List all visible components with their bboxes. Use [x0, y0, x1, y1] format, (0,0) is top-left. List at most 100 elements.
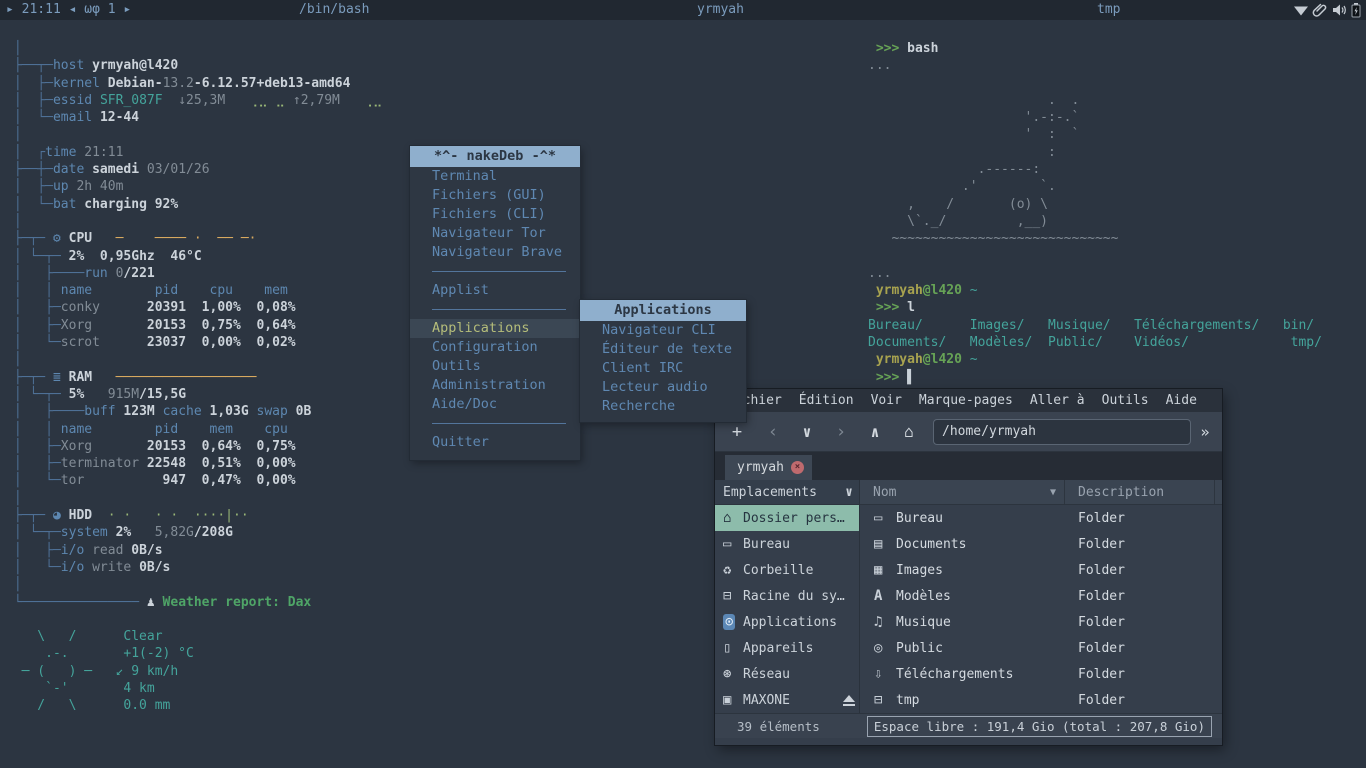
fm-statusbar: 39 éléments Espace libre : 191,4 Gio (to… — [715, 713, 1222, 738]
file-row[interactable]: Images Folder — [860, 557, 1222, 583]
column-header-description[interactable]: Description — [1065, 480, 1215, 504]
menu-item[interactable]: Navigateur Brave — [410, 243, 580, 262]
submenu-item[interactable]: Navigateur CLI — [580, 321, 746, 340]
volume-icon[interactable] — [1331, 2, 1347, 18]
file-row[interactable]: Musique Folder — [860, 609, 1222, 635]
file-row[interactable]: Documents Folder — [860, 531, 1222, 557]
fm-sidebar: Emplacements ∨ Dossier pers… — [715, 480, 860, 713]
terminal-output: >>> bash... . . '.-:-.` ' : ` : .------:… — [868, 40, 1322, 386]
menubar-item[interactable]: Voir — [871, 389, 902, 412]
menu-item[interactable] — [410, 414, 580, 433]
fm-toolbar: /home/yrmyah — [715, 412, 1222, 452]
display-icon — [723, 640, 743, 656]
file-row[interactable]: Modèles Folder — [860, 583, 1222, 609]
paperclip-icon[interactable] — [1312, 2, 1328, 18]
new-tab-button[interactable] — [725, 422, 749, 442]
menu-item[interactable]: Applist — [410, 281, 580, 300]
free-space-status: Espace libre : 191,4 Gio (total : 207,8 … — [867, 716, 1212, 737]
doc-icon — [874, 536, 894, 552]
path-input[interactable]: /home/yrmyah — [933, 419, 1191, 445]
menu-item[interactable]: Fichiers (GUI) — [410, 186, 580, 205]
file-row[interactable]: tmp Folder — [860, 687, 1222, 713]
menu-item[interactable] — [410, 262, 580, 281]
menu-item[interactable]: Administration — [410, 376, 580, 395]
menu-item[interactable]: Terminal — [410, 167, 580, 186]
applications-submenu: Applications Navigateur CLI Éditeur de t… — [580, 300, 746, 422]
menu-item[interactable]: Navigateur Tor — [410, 224, 580, 243]
menubar-item[interactable]: Aller à — [1030, 389, 1085, 412]
menu-item[interactable]: Aide/Doc — [410, 395, 580, 414]
tab-yrmyah[interactable]: yrmyah — [725, 455, 812, 480]
home-button[interactable] — [897, 422, 921, 441]
menu-item[interactable]: Fichiers (CLI) — [410, 205, 580, 224]
top-panel: ▸ 21:11 ◂ ωφ 1 ▸ /bin/bash yrmyah tmp — [0, 0, 1366, 20]
file-row[interactable]: Bureau Folder — [860, 505, 1222, 531]
window-title-bash[interactable]: /bin/bash — [299, 0, 369, 20]
menu-item[interactable]: Configuration — [410, 338, 580, 357]
submenu-item[interactable]: Éditeur de texte — [580, 340, 746, 359]
music-icon — [874, 614, 894, 630]
sidebar-item[interactable]: Corbeille — [715, 557, 859, 583]
submenu-item[interactable]: Recherche — [580, 397, 746, 416]
tab-close-icon[interactable] — [791, 461, 804, 474]
list-header: Nom Description Taille — [860, 480, 1222, 505]
nakedeb-menu: *^- nakeDeb -^* Terminal Fichiers (GUI) … — [410, 146, 580, 460]
menu-item[interactable]: Quitter — [410, 433, 580, 452]
sidebar-item[interactable]: MAXONE — [715, 687, 859, 713]
sidebar-item[interactable]: Bureau — [715, 531, 859, 557]
up-button[interactable] — [863, 423, 887, 441]
desktop-icon — [874, 510, 894, 526]
workspace-indicator[interactable]: ▸ 21:11 ◂ ωφ 1 ▸ — [6, 0, 131, 20]
menubar-item[interactable]: Marque-pages — [919, 389, 1013, 412]
eject-button[interactable] — [843, 695, 855, 706]
menubar-item[interactable]: Outils — [1102, 389, 1149, 412]
items-count: 39 éléments — [737, 719, 820, 734]
template-icon — [874, 588, 894, 604]
places-label: Emplacements — [723, 485, 817, 500]
fm-menubar: FichierÉditionVoirMarque-pagesAller àOut… — [715, 389, 1222, 412]
battery-icon[interactable] — [1350, 2, 1362, 18]
toolbar-overflow-button[interactable] — [1193, 423, 1217, 441]
conky-widget: │ ├──┬─host yrmyah@l420 │ ├─kernel Debia… — [6, 40, 382, 715]
column-header-size[interactable]: Taille — [1215, 480, 1222, 504]
fm-file-list: Nom Description Taille Bureau — [860, 480, 1222, 713]
public-icon — [874, 640, 894, 656]
submenu-item[interactable]: Lecteur audio — [580, 378, 746, 397]
desktop: ▸ 21:11 ◂ ωφ 1 ▸ /bin/bash yrmyah tmp │ … — [0, 0, 1366, 768]
column-header-name[interactable]: Nom — [860, 480, 1065, 504]
sidebar-item[interactable]: Applications — [715, 609, 859, 635]
chevron-down-icon: ∨ — [845, 485, 853, 500]
download-icon — [874, 666, 894, 682]
image-icon — [874, 562, 894, 578]
history-dropdown-icon[interactable] — [795, 423, 819, 441]
apps-icon — [723, 614, 743, 630]
file-row[interactable]: Public Folder — [860, 635, 1222, 661]
file-row[interactable]: Téléchargements Folder — [860, 661, 1222, 687]
folder-icon — [723, 588, 743, 604]
menubar-item[interactable]: Aide — [1166, 389, 1197, 412]
submenu-item[interactable]: Client IRC — [580, 359, 746, 378]
sidebar-item[interactable]: Appareils — [715, 635, 859, 661]
trash-icon — [723, 562, 743, 578]
window-title-tmp[interactable]: tmp — [1097, 0, 1120, 20]
menu-item[interactable] — [410, 300, 580, 319]
window-title-yrmyah[interactable]: yrmyah — [697, 0, 744, 20]
sidebar-item[interactable]: Réseau — [715, 661, 859, 687]
home-icon — [723, 510, 743, 526]
fm-tabbar: yrmyah — [715, 452, 1222, 480]
sidebar-item[interactable]: Dossier pers… — [715, 505, 859, 531]
menu-item[interactable]: Outils — [410, 357, 580, 376]
system-tray — [1293, 0, 1362, 20]
file-manager-window: FichierÉditionVoirMarque-pagesAller àOut… — [715, 389, 1222, 745]
places-dropdown[interactable]: Emplacements ∨ — [715, 480, 859, 505]
folder-icon — [874, 692, 894, 708]
menu-item[interactable]: Applications — [410, 319, 580, 338]
menubar-item[interactable]: Édition — [799, 389, 854, 412]
desktop-icon — [723, 536, 743, 552]
back-button[interactable] — [761, 422, 785, 442]
wifi-icon[interactable] — [1293, 2, 1309, 18]
network-icon — [723, 666, 743, 682]
menu-title: *^- nakeDeb -^* — [410, 146, 580, 167]
sidebar-item[interactable]: Racine du sy… — [715, 583, 859, 609]
forward-button[interactable] — [829, 422, 853, 442]
